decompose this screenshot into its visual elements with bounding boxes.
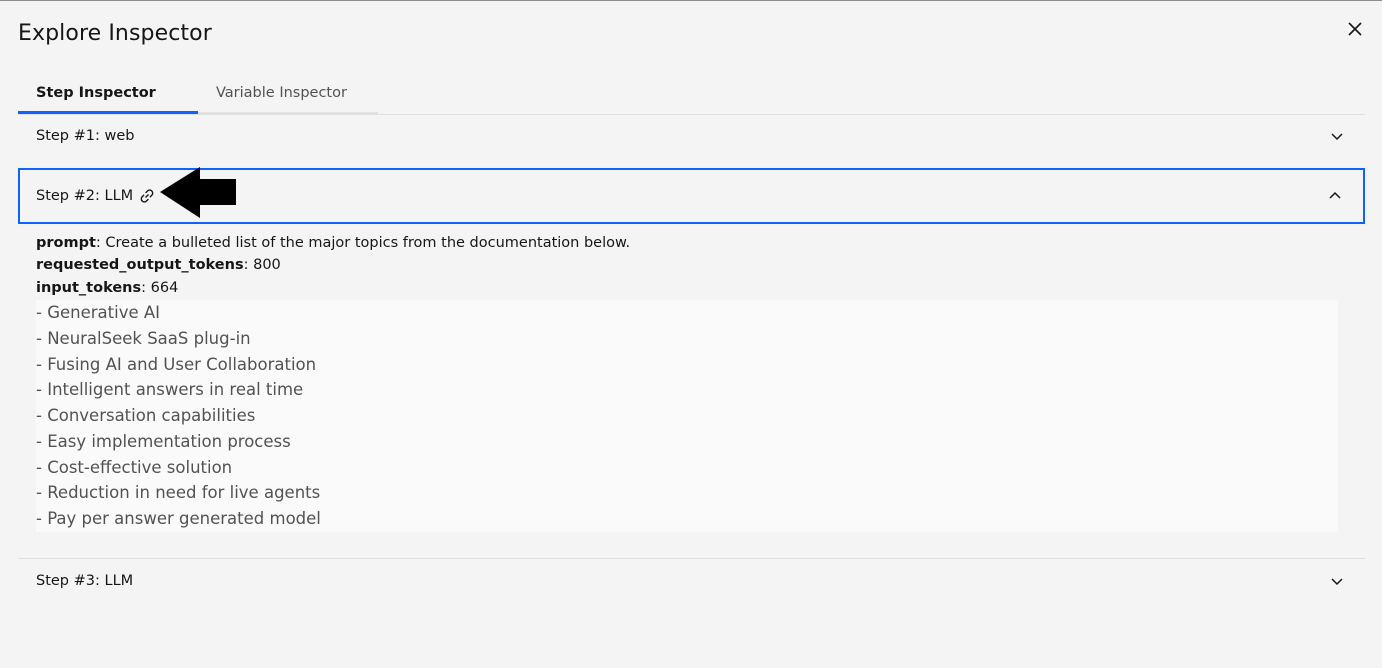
close-icon bbox=[1348, 22, 1362, 36]
input-tokens-row: input_tokens: 664 bbox=[36, 280, 178, 296]
step-1-label: Step #1: web bbox=[36, 128, 135, 144]
chevron-up-icon bbox=[1329, 191, 1341, 199]
modal-title: Explore Inspector bbox=[18, 21, 212, 46]
step-1-header[interactable]: Step #1: web bbox=[18, 114, 1365, 158]
output-line: - Intelligent answers in real time bbox=[36, 380, 304, 399]
inspector-tabs: Step Inspector Variable Inspector bbox=[18, 74, 378, 114]
requested-output-tokens-key: requested_output_tokens bbox=[36, 257, 244, 273]
output-line: - Pay per answer generated model bbox=[36, 509, 321, 528]
arrow-left-icon bbox=[160, 167, 236, 218]
tab-step-inspector[interactable]: Step Inspector bbox=[18, 74, 198, 114]
chevron-down-icon bbox=[1331, 133, 1343, 141]
link-icon[interactable] bbox=[138, 187, 156, 205]
output-line: - Cost-effective solution bbox=[36, 458, 233, 477]
output-line: - Reduction in need for live agents bbox=[36, 483, 321, 502]
requested-output-tokens-value: : 800 bbox=[243, 257, 281, 273]
step-3-header[interactable]: Step #3: LLM bbox=[18, 559, 1365, 603]
tab-variable-inspector[interactable]: Variable Inspector bbox=[198, 74, 378, 114]
input-tokens-value: : 664 bbox=[141, 280, 179, 296]
llm-output-block: - Generative AI - NeuralSeek SaaS plug-i… bbox=[36, 300, 1338, 532]
close-button[interactable] bbox=[1340, 14, 1370, 44]
output-line: - NeuralSeek SaaS plug-in bbox=[36, 329, 251, 348]
output-line: - Easy implementation process bbox=[36, 432, 291, 451]
output-line: - Generative AI bbox=[36, 303, 161, 322]
prompt-value: : Create a bulleted list of the major to… bbox=[95, 235, 631, 251]
step-2-label: Step #2: LLM bbox=[36, 188, 134, 204]
input-tokens-key: input_tokens bbox=[36, 280, 142, 296]
explore-inspector-modal: Explore Inspector Step Inspector Variabl… bbox=[0, 0, 1382, 668]
prompt-key: prompt bbox=[36, 235, 96, 251]
output-line: - Fusing AI and User Collaboration bbox=[36, 355, 317, 374]
chevron-down-icon bbox=[1331, 578, 1343, 586]
output-line: - Conversation capabilities bbox=[36, 406, 256, 425]
prompt-row: prompt: Create a bulleted list of the ma… bbox=[36, 235, 630, 251]
step-3-label: Step #3: LLM bbox=[36, 573, 134, 589]
requested-output-tokens-row: requested_output_tokens: 800 bbox=[36, 257, 281, 273]
